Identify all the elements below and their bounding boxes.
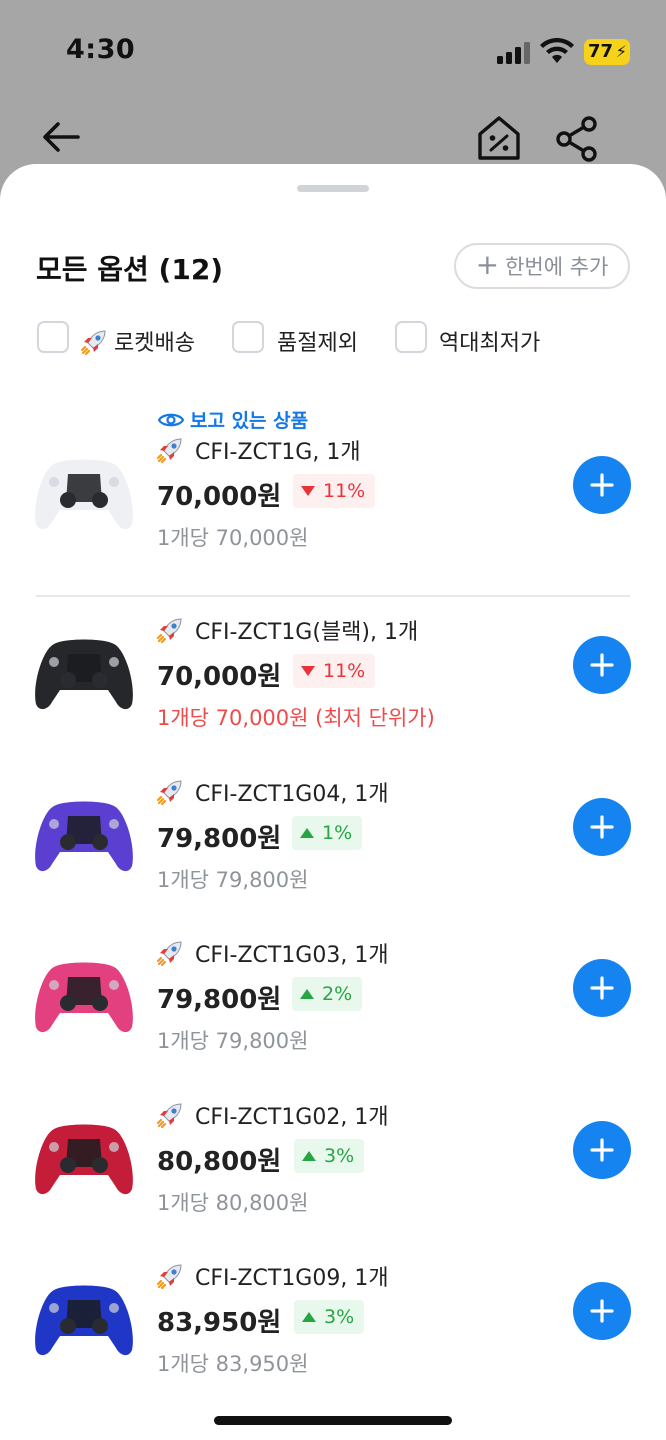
options-bottom-sheet: 모든 옵션 (12) + 한번에 추가 로켓배송 품절제외 역대최저가 보고 있… <box>0 164 666 1440</box>
back-arrow-icon[interactable] <box>40 116 82 158</box>
add-all-label: 한번에 추가 <box>505 255 609 279</box>
option-name: CFI-ZCT1G03, 1개 <box>157 937 389 969</box>
price-change-text: 3% <box>324 1145 355 1167</box>
plus-icon <box>590 653 614 677</box>
price-change-text: 3% <box>324 1306 355 1328</box>
option-price: 80,800원 <box>157 1147 282 1177</box>
product-thumbnail[interactable] <box>32 796 136 876</box>
price-change-text: 2% <box>322 983 353 1005</box>
option-name-text: CFI-ZCT1G09, 1개 <box>195 1266 389 1291</box>
product-thumbnail[interactable] <box>32 1119 136 1199</box>
price-change-badge: 11% <box>293 474 376 508</box>
down-triangle-icon <box>301 666 315 676</box>
plus-icon <box>590 473 614 497</box>
filter-label-rocket: 로켓배송 <box>81 325 195 357</box>
wifi-icon <box>540 38 574 63</box>
price-change-badge: 3% <box>294 1300 365 1334</box>
option-name: CFI-ZCT1G02, 1개 <box>157 1099 389 1131</box>
sheet-title: 모든 옵션 (12) <box>36 253 224 286</box>
battery-level: 77 <box>588 41 614 62</box>
unit-price: 1개당 70,000원 <box>157 526 309 550</box>
product-thumbnail[interactable] <box>32 454 136 534</box>
unit-price: 1개당 70,000원 (최저 단위가) <box>157 706 435 730</box>
unit-price: 1개당 80,800원 <box>157 1191 309 1215</box>
option-name-text: CFI-ZCT1G02, 1개 <box>195 1105 389 1130</box>
rocket-icon <box>157 779 183 805</box>
viewing-indicator: 보고 있는 상품 <box>158 406 308 433</box>
unit-price: 1개당 79,800원 <box>157 868 309 892</box>
section-divider <box>36 595 630 597</box>
add-option-button[interactable] <box>573 1282 631 1340</box>
plus-icon <box>590 1138 614 1162</box>
option-price: 79,800원 <box>157 985 282 1015</box>
rocket-icon <box>157 940 183 966</box>
rocket-icon <box>157 1263 183 1289</box>
up-triangle-icon <box>302 1312 316 1322</box>
option-name-text: CFI-ZCT1G(블랙), 1개 <box>195 620 419 645</box>
home-discount-icon[interactable] <box>476 114 522 162</box>
share-icon[interactable] <box>555 116 599 162</box>
plus-icon <box>590 976 614 1000</box>
rocket-delivery-label: 로켓배송 <box>114 331 195 356</box>
option-name: CFI-ZCT1G, 1개 <box>157 434 361 466</box>
add-option-button[interactable] <box>573 636 631 694</box>
home-indicator[interactable] <box>214 1416 452 1425</box>
option-name-text: CFI-ZCT1G, 1개 <box>195 440 361 465</box>
battery-icon: 77 ⚡ <box>584 39 630 65</box>
charging-bolt-icon: ⚡ <box>615 42 627 61</box>
up-triangle-icon <box>300 828 314 838</box>
price-change-badge: 11% <box>293 654 376 688</box>
exclude-soldout-checkbox[interactable] <box>232 321 264 353</box>
viewing-label: 보고 있는 상품 <box>190 410 309 432</box>
eye-icon <box>158 413 184 426</box>
unit-price: 1개당 83,950원 <box>157 1352 309 1376</box>
option-price: 70,000원 <box>157 482 282 512</box>
rocket-icon <box>81 330 106 355</box>
plus-icon <box>590 1299 614 1323</box>
cellular-signal-icon <box>497 42 530 64</box>
price-change-text: 1% <box>322 822 353 844</box>
price-change-text: 11% <box>323 480 366 502</box>
unit-price: 1개당 79,800원 <box>157 1029 309 1053</box>
rocket-icon <box>157 617 183 643</box>
price-change-badge: 2% <box>292 977 363 1011</box>
lowest-ever-checkbox[interactable] <box>395 321 427 353</box>
plus-icon <box>590 815 614 839</box>
price-change-text: 11% <box>323 660 366 682</box>
product-thumbnail[interactable] <box>32 957 136 1037</box>
price-change-badge: 3% <box>294 1139 365 1173</box>
add-all-button[interactable]: + 한번에 추가 <box>454 243 630 289</box>
lowest-ever-label: 역대최저가 <box>439 331 541 356</box>
filter-row: 로켓배송 품절제외 역대최저가 <box>37 321 637 356</box>
product-thumbnail[interactable] <box>32 634 136 714</box>
option-price: 70,000원 <box>157 662 282 692</box>
up-triangle-icon <box>300 989 314 999</box>
rocket-icon <box>157 1102 183 1128</box>
option-name: CFI-ZCT1G(블랙), 1개 <box>157 614 418 646</box>
add-option-button[interactable] <box>573 798 631 856</box>
option-price: 79,800원 <box>157 824 282 854</box>
add-option-button[interactable] <box>573 456 631 514</box>
add-option-button[interactable] <box>573 959 631 1017</box>
plus-icon: + <box>475 247 500 281</box>
option-name-text: CFI-ZCT1G03, 1개 <box>195 943 389 968</box>
status-bar: 4:30 77 ⚡ <box>0 0 666 100</box>
up-triangle-icon <box>302 1151 316 1161</box>
rocket-delivery-checkbox[interactable] <box>37 321 69 353</box>
status-time: 4:30 <box>66 34 136 65</box>
sheet-drag-handle[interactable] <box>297 185 369 192</box>
add-option-button[interactable] <box>573 1121 631 1179</box>
exclude-soldout-label: 품절제외 <box>277 331 358 356</box>
option-name: CFI-ZCT1G09, 1개 <box>157 1260 389 1292</box>
product-thumbnail[interactable] <box>32 1280 136 1360</box>
down-triangle-icon <box>301 486 315 496</box>
option-name-text: CFI-ZCT1G04, 1개 <box>195 782 389 807</box>
rocket-icon <box>157 437 183 463</box>
option-name: CFI-ZCT1G04, 1개 <box>157 776 389 808</box>
option-price: 83,950원 <box>157 1308 282 1338</box>
price-change-badge: 1% <box>292 816 363 850</box>
